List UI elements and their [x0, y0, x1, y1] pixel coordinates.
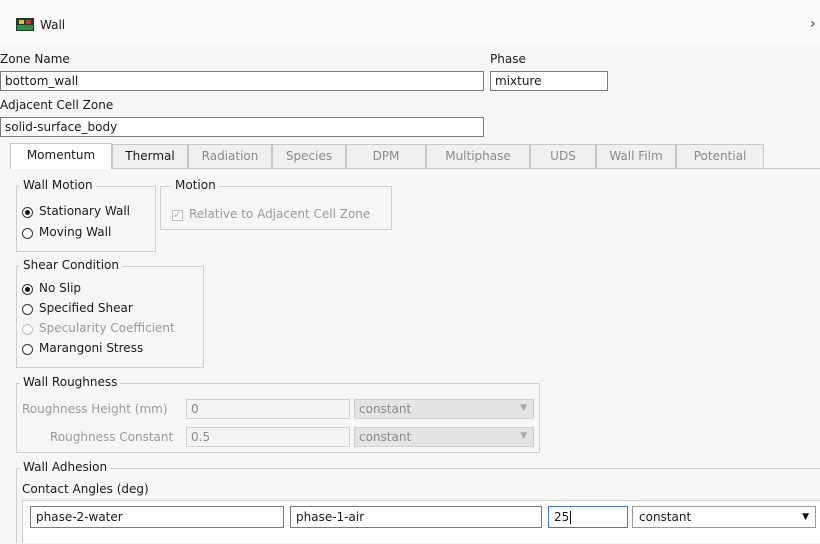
marangoni-stress-label: Marangoni Stress	[39, 341, 144, 355]
tab-wall-film[interactable]: Wall Film	[596, 144, 676, 168]
wall-motion-group	[16, 186, 156, 252]
roughness-constant-method-select[interactable]: constant ▼	[354, 427, 534, 447]
specified-shear-radio[interactable]	[22, 304, 33, 315]
adjacent-cell-zone-label: Adjacent Cell Zone	[0, 98, 114, 112]
stationary-wall-radio[interactable]	[22, 207, 33, 218]
title-bar	[0, 0, 820, 44]
moving-wall-radio[interactable]	[22, 228, 33, 239]
contact-angle-input[interactable]: 25	[548, 506, 628, 528]
roughness-height-method-value: constant	[359, 402, 412, 416]
chevron-down-icon: ▼	[520, 431, 527, 441]
contact-angles-label: Contact Angles (deg)	[22, 482, 149, 496]
phase-b-field[interactable]: phase-1-air	[290, 506, 542, 528]
specified-shear-label: Specified Shear	[39, 301, 133, 315]
tab-potential[interactable]: Potential	[676, 144, 764, 168]
wall-motion-legend: Wall Motion	[20, 178, 96, 192]
tab-radiation[interactable]: Radiation	[188, 144, 272, 168]
roughness-height-method-select[interactable]: constant ▼	[354, 399, 534, 419]
relative-to-adjacent-checkbox[interactable]: ✓	[172, 210, 183, 221]
contact-angle-method-select[interactable]: constant ▼	[632, 506, 816, 528]
tab-uds[interactable]: UDS	[530, 144, 596, 168]
no-slip-label: No Slip	[39, 281, 82, 295]
stationary-wall-label: Stationary Wall	[39, 204, 130, 218]
roughness-height-input[interactable]: 0	[186, 399, 350, 419]
chevron-down-icon: ▼	[520, 403, 527, 413]
motion-legend: Motion	[172, 178, 219, 192]
no-slip-radio[interactable]	[22, 284, 33, 295]
shear-condition-legend: Shear Condition	[20, 258, 122, 272]
tab-dpm[interactable]: DPM	[346, 144, 426, 168]
tab-momentum[interactable]: Momentum	[10, 143, 112, 169]
zone-name-input[interactable]: bottom_wall	[0, 71, 484, 91]
phase-label: Phase	[490, 52, 526, 66]
specularity-coefficient-radio[interactable]	[22, 324, 33, 335]
window-title: Wall	[40, 18, 66, 32]
marangoni-stress-radio[interactable]	[22, 344, 33, 355]
roughness-constant-label: Roughness Constant	[50, 430, 174, 444]
wall-adhesion-legend: Wall Adhesion	[20, 460, 111, 474]
tab-multiphase[interactable]: Multiphase	[426, 144, 530, 168]
text-caret	[570, 511, 572, 524]
relative-to-adjacent-label: Relative to Adjacent Cell Zone	[189, 207, 371, 221]
specularity-coefficient-label: Specularity Coefficient	[39, 321, 175, 335]
roughness-height-label: Roughness Height (mm)	[22, 402, 168, 416]
phase-a-field[interactable]: phase-2-water	[30, 506, 284, 528]
zone-name-label: Zone Name	[0, 52, 70, 66]
tab-thermal[interactable]: Thermal	[112, 144, 188, 168]
close-icon[interactable]: ›	[810, 16, 816, 32]
phase-input[interactable]: mixture	[490, 71, 608, 91]
wall-roughness-legend: Wall Roughness	[20, 375, 121, 389]
moving-wall-label: Moving Wall	[39, 225, 112, 239]
roughness-constant-method-value: constant	[359, 430, 412, 444]
wall-icon	[16, 18, 34, 31]
contact-angle-method-value: constant	[639, 510, 692, 524]
contact-angle-value: 25	[554, 510, 570, 524]
adjacent-cell-zone-input[interactable]: solid-surface_body	[0, 117, 484, 137]
tab-species[interactable]: Species	[272, 144, 346, 168]
chevron-down-icon: ▼	[802, 512, 809, 522]
roughness-constant-input[interactable]: 0.5	[186, 427, 350, 447]
